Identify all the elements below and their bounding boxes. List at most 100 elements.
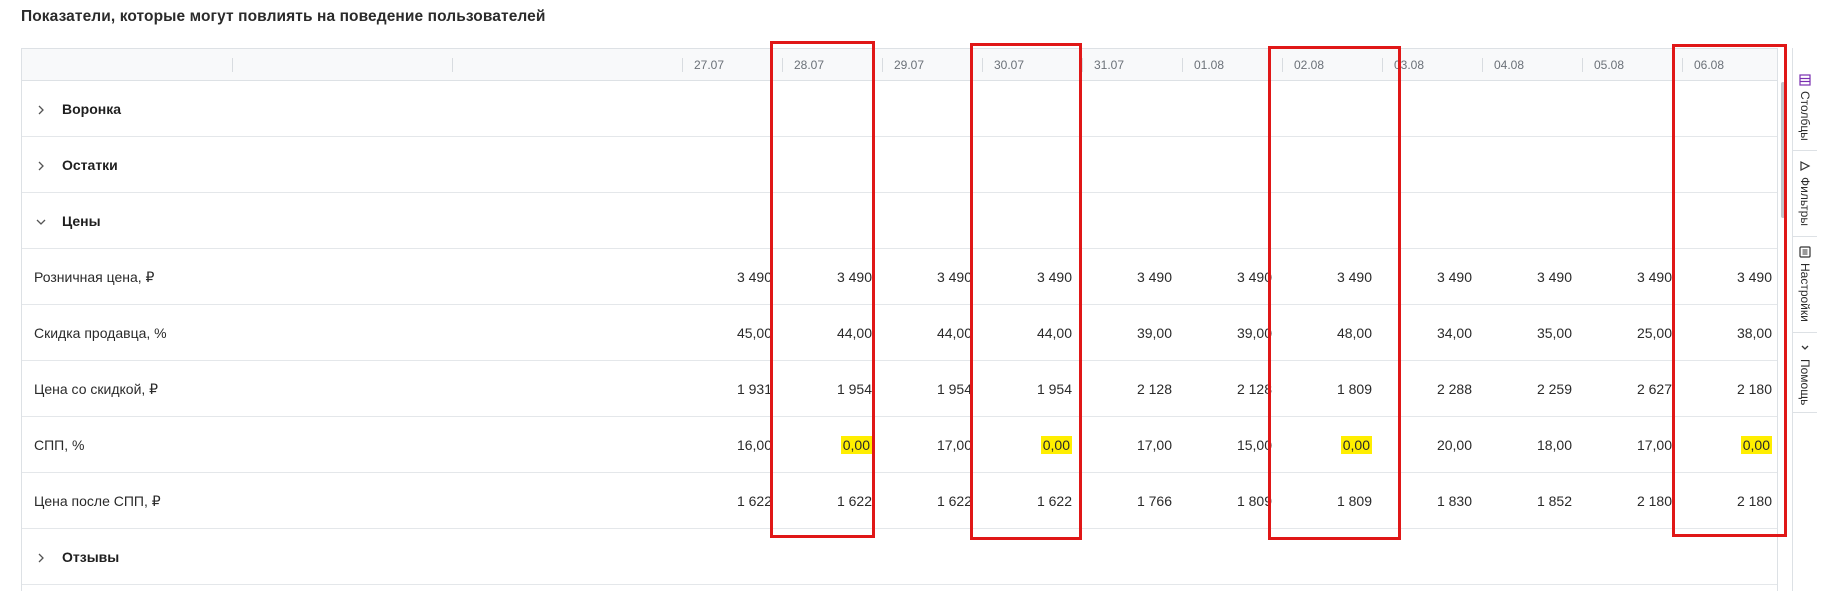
annotation-box — [970, 43, 1082, 540]
group-label: Цены — [62, 213, 101, 229]
chevron-right-icon[interactable] — [34, 159, 48, 173]
value-cell: 1 766 — [1082, 473, 1182, 529]
metrics-grid: 27.07 28.07 29.07 30.07 31.07 01.08 02.08 03.08… — [21, 48, 1778, 591]
cell-value: 1 954 — [936, 381, 972, 397]
group-row-funnel[interactable]: Воронка — [22, 81, 1777, 137]
cell-value: 16,00 — [736, 437, 772, 453]
metric-row: Цена после СПП, ₽1 622 1 622 1 622 1 622 1 7… — [22, 473, 1777, 529]
group-row-reviews[interactable]: Отзывы — [22, 529, 1777, 585]
value-cell: 39,00 — [1182, 305, 1282, 361]
group-label: Отзывы — [62, 549, 120, 565]
metric-label: Цена после СПП, ₽ — [34, 493, 161, 509]
cell-value: 39,00 — [1136, 325, 1172, 341]
cell-value: 2 627 — [1636, 381, 1672, 397]
value-cell: 1 931 — [682, 361, 782, 417]
value-cell: 2 128 — [1082, 361, 1182, 417]
cell-value: 1 830 — [1436, 493, 1472, 509]
metric-label: СПП, % — [34, 437, 85, 453]
value-cell: 1 622 — [882, 473, 982, 529]
metric-row: Цена со скидкой, ₽1 931 1 954 1 954 1 954 2 … — [22, 361, 1777, 417]
value-cell: 1 809 — [1182, 473, 1282, 529]
value-cell: 35,00 — [1482, 305, 1582, 361]
cell-value: 3 490 — [1436, 269, 1472, 285]
cell-value: 2 288 — [1436, 381, 1472, 397]
grid-header: 27.07 28.07 29.07 30.07 31.07 01.08 02.08 03.08… — [22, 49, 1777, 81]
cell-value: 1 852 — [1536, 493, 1572, 509]
side-tab-label: Помощь — [1798, 359, 1812, 406]
cell-value: 1 931 — [736, 381, 772, 397]
cell-value: 3 490 — [736, 269, 772, 285]
cell-value: 2 128 — [1136, 381, 1172, 397]
cell-value: 18,00 — [1536, 437, 1572, 453]
help-icon — [1798, 341, 1812, 355]
side-tab-label: Настройки — [1798, 263, 1812, 322]
side-panel: Столбцы Фильтры Настройки Помощь — [1792, 48, 1817, 591]
metric-label: Скидка продавца, % — [34, 325, 167, 341]
value-cell: 3 490 — [1582, 249, 1682, 305]
value-cell: 3 490 — [682, 249, 782, 305]
cell-value: 3 490 — [1236, 269, 1272, 285]
date-header[interactable]: 31.07 — [1082, 49, 1124, 81]
chevron-right-icon[interactable] — [34, 551, 48, 565]
side-tab-settings[interactable]: Настройки — [1793, 237, 1817, 333]
chevron-right-icon[interactable] — [34, 103, 48, 117]
value-cell: 3 490 — [1182, 249, 1282, 305]
annotation-box — [1268, 46, 1401, 540]
group-row-prices[interactable]: Цены — [22, 193, 1777, 249]
value-cell: 44,00 — [882, 305, 982, 361]
cell-value: 3 490 — [936, 269, 972, 285]
date-header[interactable]: 01.08 — [1182, 49, 1224, 81]
metric-label: Розничная цена, ₽ — [34, 269, 155, 285]
chevron-down-icon[interactable] — [34, 215, 48, 229]
value-cell: 17,00 — [1082, 417, 1182, 473]
metric-row: СПП, % 16,00 0,00 17,00 0,00 17,00 15,00 0,00 20… — [22, 417, 1777, 473]
filter-icon — [1798, 159, 1812, 173]
value-cell: 2 259 — [1482, 361, 1582, 417]
cell-value: 17,00 — [1636, 437, 1672, 453]
value-cell: 45,00 — [682, 305, 782, 361]
cell-value: 39,00 — [1236, 325, 1272, 341]
cell-value: 1 766 — [1136, 493, 1172, 509]
value-cell: 39,00 — [1082, 305, 1182, 361]
cell-value: 17,00 — [1136, 437, 1172, 453]
value-cell: 1 852 — [1482, 473, 1582, 529]
cell-value: 2 128 — [1236, 381, 1272, 397]
metric-row: Розничная цена, ₽ 3 490 3 490 3 490 3 490 3 4… — [22, 249, 1777, 305]
value-cell: 1 954 — [882, 361, 982, 417]
cell-value: 3 490 — [1636, 269, 1672, 285]
side-tab-columns[interactable]: Столбцы — [1793, 65, 1817, 151]
date-header[interactable]: 04.08 — [1482, 49, 1524, 81]
page-title: Показатели, которые могут повлиять на по… — [21, 8, 546, 25]
value-cell: 2 627 — [1582, 361, 1682, 417]
cell-value: 1 622 — [936, 493, 972, 509]
cell-value: 35,00 — [1536, 325, 1572, 341]
cell-value: 20,00 — [1436, 437, 1472, 453]
value-cell: 15,00 — [1182, 417, 1282, 473]
side-tab-help[interactable]: Помощь — [1793, 333, 1817, 413]
date-header[interactable]: 29.07 — [882, 49, 924, 81]
header-separator — [452, 58, 453, 72]
group-row-stock[interactable]: Остатки — [22, 137, 1777, 193]
value-cell: 17,00 — [1582, 417, 1682, 473]
side-tab-label: Фильтры — [1798, 177, 1812, 226]
value-cell: 17,00 — [882, 417, 982, 473]
cell-value: 17,00 — [936, 437, 972, 453]
value-cell: 3 490 — [882, 249, 982, 305]
date-header[interactable]: 05.08 — [1582, 49, 1624, 81]
metric-row: Скидка продавца, % 45,00 44,00 44,00 44,00 39… — [22, 305, 1777, 361]
date-header[interactable]: 27.07 — [682, 49, 724, 81]
cell-value: 3 490 — [1136, 269, 1172, 285]
annotation-box — [770, 41, 875, 538]
value-cell: 2 128 — [1182, 361, 1282, 417]
group-label: Остатки — [62, 157, 118, 173]
settings-icon — [1798, 245, 1812, 259]
cell-value: 25,00 — [1636, 325, 1672, 341]
value-cell: 25,00 — [1582, 305, 1682, 361]
cell-value: 44,00 — [936, 325, 972, 341]
cell-value: 1 622 — [736, 493, 772, 509]
side-tab-filters[interactable]: Фильтры — [1793, 151, 1817, 237]
value-cell: 1 622 — [682, 473, 782, 529]
metric-label: Цена со скидкой, ₽ — [34, 381, 159, 397]
header-separator — [232, 58, 233, 72]
columns-icon — [1798, 73, 1812, 87]
